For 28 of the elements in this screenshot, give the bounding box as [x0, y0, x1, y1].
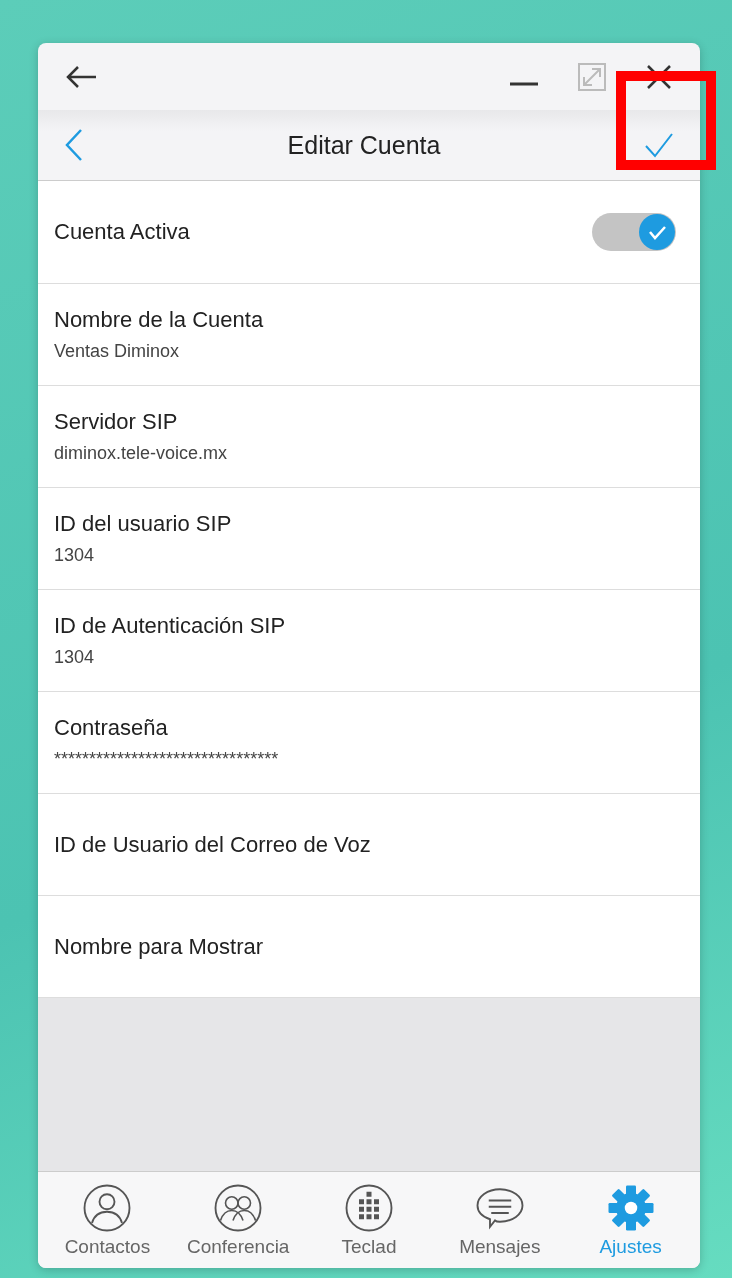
toggle-switch[interactable]: [592, 213, 676, 251]
back-chevron-icon[interactable]: [64, 128, 84, 162]
close-icon[interactable]: [646, 63, 672, 90]
field-value: 1304: [54, 545, 96, 566]
back-arrow-icon[interactable]: [66, 64, 98, 89]
field-label: Nombre de la Cuenta: [54, 307, 265, 333]
field-value: ********************************: [54, 749, 280, 770]
page-title: Editar Cuenta: [286, 130, 442, 160]
keypad-icon: [344, 1182, 394, 1233]
field-value: diminox.tele-voice.mx: [54, 443, 229, 464]
field-label: Contraseña: [54, 715, 169, 741]
maximize-icon[interactable]: [578, 62, 606, 91]
checkmark-icon[interactable]: [644, 132, 674, 158]
field-label: ID del usuario SIP: [54, 511, 233, 537]
field-label: Servidor SIP: [54, 409, 179, 435]
tab[interactable]: Teclad: [341, 1182, 397, 1258]
field-label: Nombre para Mostrar: [54, 933, 265, 960]
tab[interactable]: Ajustes: [599, 1182, 662, 1258]
field-label: ID de Usuario del Correo de Voz: [54, 831, 372, 858]
people-icon: [213, 1182, 264, 1233]
tab[interactable]: Contactos: [64, 1182, 151, 1258]
tab[interactable]: Mensajes: [459, 1182, 541, 1258]
person-icon: [82, 1182, 133, 1233]
field-value: Ventas Diminox: [54, 341, 181, 362]
field-label: ID de Autenticación SIP: [54, 613, 287, 639]
tab[interactable]: Conferencia: [186, 1182, 290, 1258]
field-value: 1304: [54, 647, 96, 668]
toggle-label: Cuenta Activa: [54, 219, 190, 245]
